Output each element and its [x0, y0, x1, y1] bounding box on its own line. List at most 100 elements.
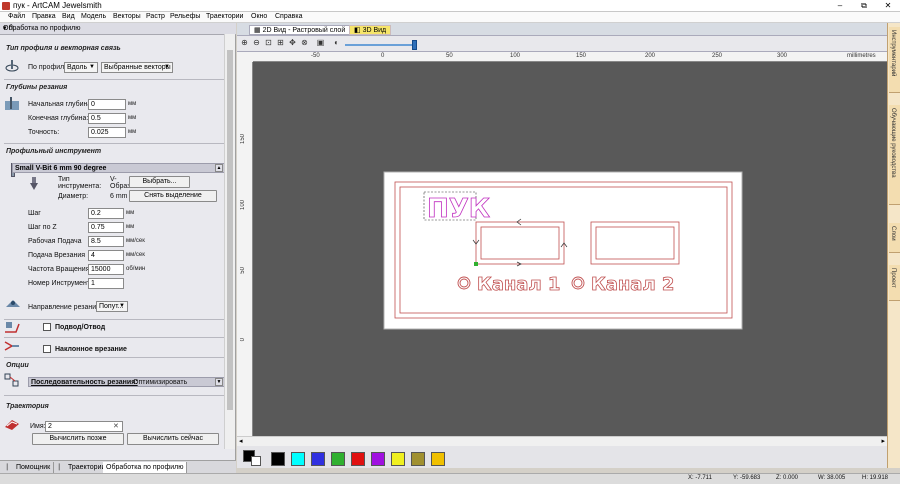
unit-label: мм: [128, 129, 137, 135]
section-profile-tool: Профильный инструмент: [6, 148, 102, 155]
tab-tutorials[interactable]: Обучающие руководства: [889, 105, 900, 205]
menu-window[interactable]: Окно: [251, 13, 267, 20]
menu-toolpaths[interactable]: Траектории: [206, 13, 243, 20]
tab-profile-machining[interactable]: Обработка по профилю: [103, 462, 188, 473]
scrollbar-thumb[interactable]: [227, 50, 233, 410]
text-channel-2-vector[interactable]: Канал 2: [591, 274, 675, 296]
ramping-label: Наклонное врезание: [55, 346, 127, 353]
color-swatch[interactable]: [391, 452, 405, 466]
color-palette: [237, 446, 887, 468]
divider: [4, 143, 226, 144]
close-button[interactable]: ✕: [876, 0, 900, 12]
unit-label: мм: [128, 101, 137, 107]
design-drawing[interactable]: ПУК Канал 1 Канал 2: [237, 52, 887, 436]
tab-3d-view[interactable]: ◧ 3D Вид: [349, 25, 392, 35]
tab-project[interactable]: Проект: [889, 265, 900, 301]
clear-name-icon[interactable]: ✕: [113, 422, 119, 430]
minimize-button[interactable]: ‒: [828, 0, 852, 12]
color-swatch[interactable]: [311, 452, 325, 466]
menu-reliefs[interactable]: Рельефы: [170, 13, 200, 20]
menu-model[interactable]: Модель: [81, 13, 106, 20]
vectors-select[interactable]: Выбранные векторы ▼: [101, 62, 173, 73]
panel-header: Обработка по профилю ▾ ⊓: [0, 23, 236, 35]
diameter-label: Диаметр:: [58, 193, 89, 200]
zoom-out-icon[interactable]: ⊖: [252, 38, 261, 48]
step-input[interactable]: [88, 208, 124, 219]
menu-help[interactable]: Справка: [275, 13, 302, 20]
unit-label: мм: [126, 210, 135, 216]
menu-raster[interactable]: Растр: [146, 13, 165, 20]
color-swatch[interactable]: [371, 452, 385, 466]
scroll-left-icon[interactable]: ◂: [239, 437, 243, 445]
chevron-down-icon: ▼: [119, 303, 125, 309]
clear-selection-button[interactable]: Снять выделение: [129, 190, 217, 202]
color-swatch[interactable]: [351, 452, 365, 466]
status-z: Z: 0.000: [776, 475, 799, 481]
panel-scrollbar[interactable]: [224, 34, 235, 449]
diameter-value: 6 mm: [110, 193, 128, 200]
cut-direction-select[interactable]: Попут... ▼: [96, 301, 128, 312]
layer-icon[interactable]: ▣: [316, 38, 325, 48]
step-z-input[interactable]: [88, 222, 124, 233]
scroll-right-icon[interactable]: ▸: [881, 437, 885, 445]
color-swatch[interactable]: [331, 452, 345, 466]
tolerance-input[interactable]: [88, 127, 126, 138]
tab-layers[interactable]: Слои: [889, 223, 900, 253]
spindle-speed-input[interactable]: [88, 264, 124, 275]
tab-2d-view[interactable]: ▦ 2D Вид - Растровый слой: [249, 25, 351, 35]
menu-view[interactable]: Вид: [62, 13, 75, 20]
blend-slider[interactable]: [345, 44, 415, 46]
title-bar: пук - ArtCAM Jewelsmith ‒ ⧉ ✕: [0, 0, 900, 12]
blend-slider-knob[interactable]: [412, 40, 417, 50]
step-label: Шаг: [28, 210, 41, 217]
cut-sequence-header[interactable]: Последовательность резания: Оптимизирова…: [28, 377, 225, 387]
ramping-checkbox[interactable]: [43, 345, 51, 353]
collapse-tool-button[interactable]: ▲: [215, 164, 223, 172]
zoom-previous-icon[interactable]: ⊗: [300, 38, 309, 48]
color-swatch[interactable]: [291, 452, 305, 466]
divider: [4, 319, 226, 320]
tab-toolpaths[interactable]: ⎸ Траектории: [56, 462, 110, 473]
zoom-box-icon[interactable]: ⊡: [264, 38, 273, 48]
tool-number-input[interactable]: [88, 278, 124, 289]
feed-rate-input[interactable]: [88, 236, 124, 247]
app-icon: [2, 2, 10, 10]
toolpath-name-input[interactable]: [45, 421, 123, 432]
section-options: Опции: [6, 362, 29, 369]
view-toolbar: ⊕ ⊖ ⊡ ⊞ ✥ ⊗ ▣ ◐: [237, 36, 887, 52]
start-depth-input[interactable]: [88, 99, 126, 110]
tab-assistant[interactable]: ⎸ Помощник: [4, 462, 55, 473]
secondary-color-swatch[interactable]: [251, 456, 261, 466]
drawing-canvas[interactable]: -50 0 50 100 150 200 250 300 millimetres…: [237, 52, 887, 436]
panel-pin-button[interactable]: ▾ ⊓: [3, 24, 232, 32]
maximize-button[interactable]: ⧉: [852, 0, 876, 12]
lead-in-out-checkbox[interactable]: [43, 323, 51, 331]
zoom-in-icon[interactable]: ⊕: [240, 38, 249, 48]
plunge-rate-input[interactable]: [88, 250, 124, 261]
image-icon[interactable]: ◐: [332, 38, 341, 48]
text-channel-1-vector[interactable]: Канал 1: [477, 274, 561, 296]
canvas-scrollbar[interactable]: ◂ ▸: [237, 436, 887, 446]
lead-in-out-label: Подвод/Отвод: [55, 324, 106, 331]
color-swatch[interactable]: [431, 452, 445, 466]
select-tool-button[interactable]: Выбрать...: [129, 176, 190, 188]
expand-sequence-button[interactable]: ▼: [215, 378, 223, 386]
chevron-down-icon: ▼: [164, 64, 170, 70]
menu-vectors[interactable]: Векторы: [113, 13, 141, 20]
zoom-fit-icon[interactable]: ⊞: [276, 38, 285, 48]
calculate-later-button[interactable]: Вычислить позже: [32, 433, 124, 445]
color-swatch[interactable]: [411, 452, 425, 466]
profile-type-icon: [5, 60, 19, 72]
chevron-down-icon: ▼: [89, 64, 95, 70]
tab-toolbox[interactable]: Инструментарий: [889, 27, 900, 93]
tool-header[interactable]: Small V-Bit 6 mm 90 degree ▲: [12, 163, 225, 173]
color-swatch[interactable]: [271, 452, 285, 466]
status-bar: X: -7.711 Y: -59.683 Z: 0.000 W: 38.005 …: [0, 473, 900, 484]
profile-side-select[interactable]: Вдоль ▼: [64, 62, 98, 73]
end-depth-input[interactable]: [88, 113, 126, 124]
text-main-vector[interactable]: ПУК: [427, 194, 491, 225]
pan-icon[interactable]: ✥: [288, 38, 297, 48]
menu-file[interactable]: Файл: [8, 13, 25, 20]
calculate-now-button[interactable]: Вычислить сейчас: [127, 433, 219, 445]
menu-edit[interactable]: Правка: [32, 13, 56, 20]
